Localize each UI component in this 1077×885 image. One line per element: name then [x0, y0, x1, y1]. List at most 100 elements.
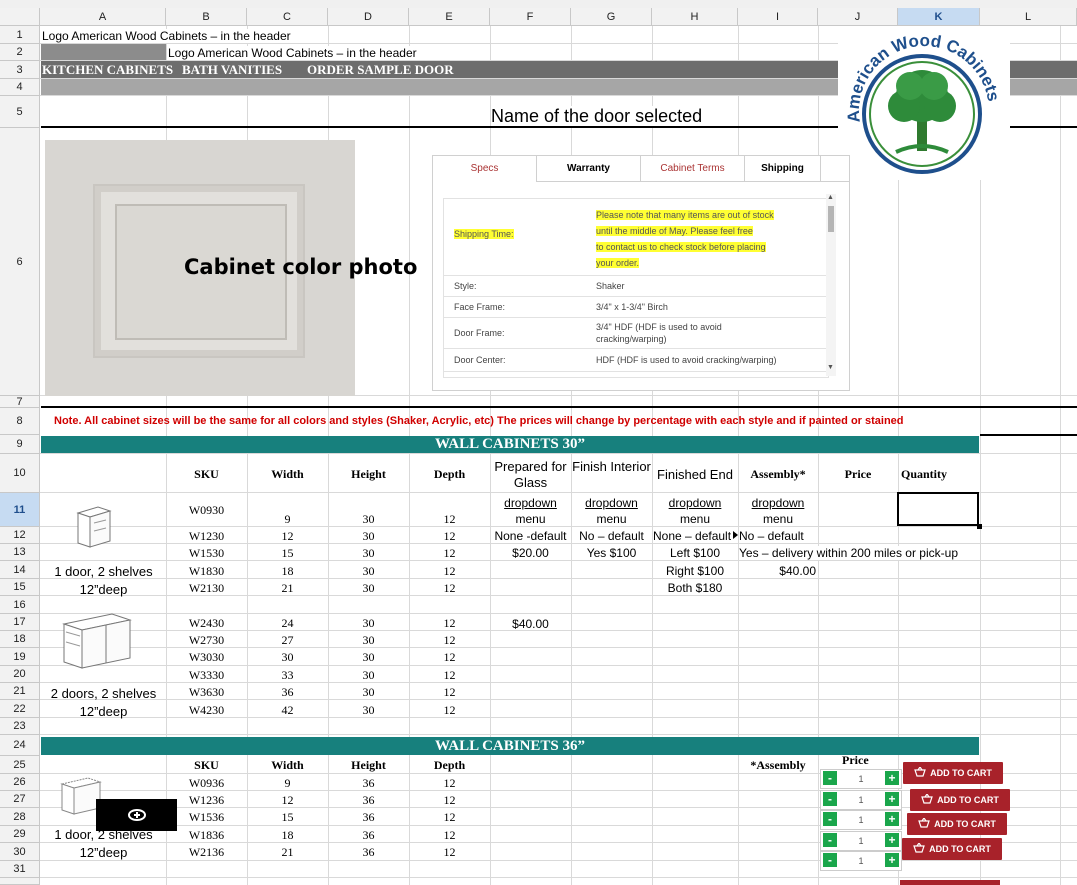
tab-cabinet-terms[interactable]: Cabinet Terms [641, 156, 745, 182]
row-header-24[interactable]: 24 [0, 735, 40, 756]
row-header-12[interactable]: 12 [0, 527, 40, 544]
dropdown-menu-label: menu [679, 512, 711, 526]
assembly-dropdown[interactable]: dropdown menu [738, 495, 818, 527]
increment-button[interactable]: + [885, 771, 899, 785]
column-header-c[interactable]: C [247, 8, 328, 26]
row-header-17[interactable]: 17 [0, 614, 40, 631]
finished-end-dropdown[interactable]: dropdown menu [652, 495, 738, 527]
scrollbar-thumb[interactable] [828, 206, 834, 232]
tab-shipping[interactable]: Shipping [745, 156, 821, 182]
column-header-j[interactable]: J [818, 8, 898, 26]
quantity-stepper[interactable]: - 1 + [820, 851, 902, 871]
row-header-20[interactable]: 20 [0, 666, 40, 683]
column-header-d[interactable]: D [328, 8, 409, 26]
basket-icon [921, 792, 933, 806]
row-header-16[interactable]: 16 [0, 596, 40, 614]
quantity-stepper[interactable]: - 1 + [820, 831, 902, 851]
increment-button[interactable]: + [885, 812, 899, 826]
row-header-10[interactable]: 10 [0, 454, 40, 493]
decrement-button[interactable]: - [823, 833, 837, 847]
height-cell: 30 [362, 703, 375, 717]
column-header-g[interactable]: G [571, 8, 652, 26]
row-header-1[interactable]: 1 [0, 26, 40, 44]
add-to-cart-button-partial[interactable] [900, 880, 1000, 885]
column-header-i[interactable]: I [738, 8, 818, 26]
decrement-button[interactable]: - [823, 853, 837, 867]
interior-dropdown[interactable]: dropdown menu [571, 495, 652, 527]
width-cell: 21 [281, 845, 294, 859]
quantity-value[interactable]: 1 [839, 852, 883, 870]
nav-kitchen-cabinets[interactable]: KITCHEN CABINETS [42, 62, 173, 78]
glass-dropdown[interactable]: dropdown menu [490, 495, 571, 527]
row-header-2[interactable]: 2 [0, 44, 40, 61]
tab-warranty[interactable]: Warranty [537, 156, 641, 182]
row-header-6[interactable]: 6 [0, 128, 40, 396]
decrement-button[interactable]: - [823, 771, 837, 785]
row-header-3[interactable]: 3 [0, 61, 40, 79]
selected-cell-k11[interactable] [897, 492, 979, 526]
decrement-button[interactable]: - [823, 792, 837, 806]
row-header-28[interactable]: 28 [0, 808, 40, 826]
row-header-25[interactable]: 25 [0, 756, 40, 774]
specs-scrollbar[interactable]: ▼ ▲ [826, 194, 836, 376]
add-to-cart-button[interactable]: ADD TO CART [903, 762, 1003, 784]
height-cell: 30 [362, 650, 375, 664]
row-header-5[interactable]: 5 [0, 96, 40, 128]
row-header-14[interactable]: 14 [0, 561, 40, 579]
quantity-stepper[interactable]: - 1 + [820, 790, 902, 810]
row-header-9[interactable]: 9 [0, 435, 40, 454]
row-header-23[interactable]: 23 [0, 718, 40, 735]
corner-cell[interactable] [0, 8, 40, 26]
increment-button[interactable]: + [885, 792, 899, 806]
quantity-stepper[interactable]: - 1 + [820, 810, 902, 830]
column-header-a[interactable]: A [40, 8, 166, 26]
quantity-value[interactable]: 1 [839, 832, 883, 850]
nav-bath-vanities[interactable]: BATH VANITIES [182, 62, 282, 78]
row-header-22[interactable]: 22 [0, 700, 40, 718]
selection-fill-handle[interactable] [977, 524, 982, 529]
add-to-cart-button[interactable]: ADD TO CART [907, 813, 1007, 835]
scroll-down-arrow[interactable]: ▼ [827, 364, 834, 371]
increment-button[interactable]: + [885, 833, 899, 847]
row-header-32[interactable] [0, 878, 40, 885]
row-header-29[interactable]: 29 [0, 826, 40, 843]
sku-cell: W3030 [188, 650, 225, 664]
row-header-11[interactable]: 11 [0, 493, 40, 527]
row-header-8[interactable]: 8 [0, 408, 40, 435]
quantity-value[interactable]: 1 [839, 770, 883, 788]
decrement-button[interactable]: - [823, 812, 837, 826]
sku-cell: W2130 [188, 581, 225, 595]
row-header-18[interactable]: 18 [0, 631, 40, 648]
column-header-k[interactable]: K [898, 8, 980, 26]
spec-value: 3/4" x 1-3/4" Birch [596, 302, 668, 312]
quantity-stepper[interactable]: - 1 + [820, 769, 902, 789]
row-header-15[interactable]: 15 [0, 579, 40, 596]
row-header-26[interactable]: 26 [0, 774, 40, 791]
add-to-cart-button[interactable]: ADD TO CART [910, 789, 1010, 811]
specs-scroll-area[interactable]: Shipping Time: Please note that many ite… [443, 198, 829, 378]
row-header-7[interactable]: 7 [0, 396, 40, 408]
nav-order-sample-door[interactable]: ORDER SAMPLE DOOR [307, 62, 454, 78]
column-header-e[interactable]: E [409, 8, 490, 26]
row-header-19[interactable]: 19 [0, 648, 40, 666]
company-logo[interactable]: American Wood Cabinets [838, 26, 1010, 180]
column-header-b[interactable]: B [166, 8, 247, 26]
quantity-value[interactable]: 1 [839, 791, 883, 809]
quantity-value[interactable]: 1 [839, 811, 883, 829]
header-width: Width [271, 467, 304, 481]
increment-button[interactable]: + [885, 853, 899, 867]
column-header-l[interactable]: L [980, 8, 1077, 26]
row-header-4[interactable]: 4 [0, 79, 40, 96]
row-header-13[interactable]: 13 [0, 544, 40, 561]
row-header-21[interactable]: 21 [0, 683, 40, 700]
height-cell: 30 [362, 512, 375, 526]
column-header-h[interactable]: H [652, 8, 738, 26]
scroll-up-arrow[interactable]: ▲ [827, 194, 834, 201]
height-cell: 30 [362, 529, 375, 543]
add-to-cart-button[interactable]: ADD TO CART [902, 838, 1002, 860]
row-header-31[interactable]: 31 [0, 861, 40, 878]
column-header-f[interactable]: F [490, 8, 571, 26]
tab-specs[interactable]: Specs [433, 156, 537, 182]
row-header-30[interactable]: 30 [0, 843, 40, 861]
row-header-27[interactable]: 27 [0, 791, 40, 808]
